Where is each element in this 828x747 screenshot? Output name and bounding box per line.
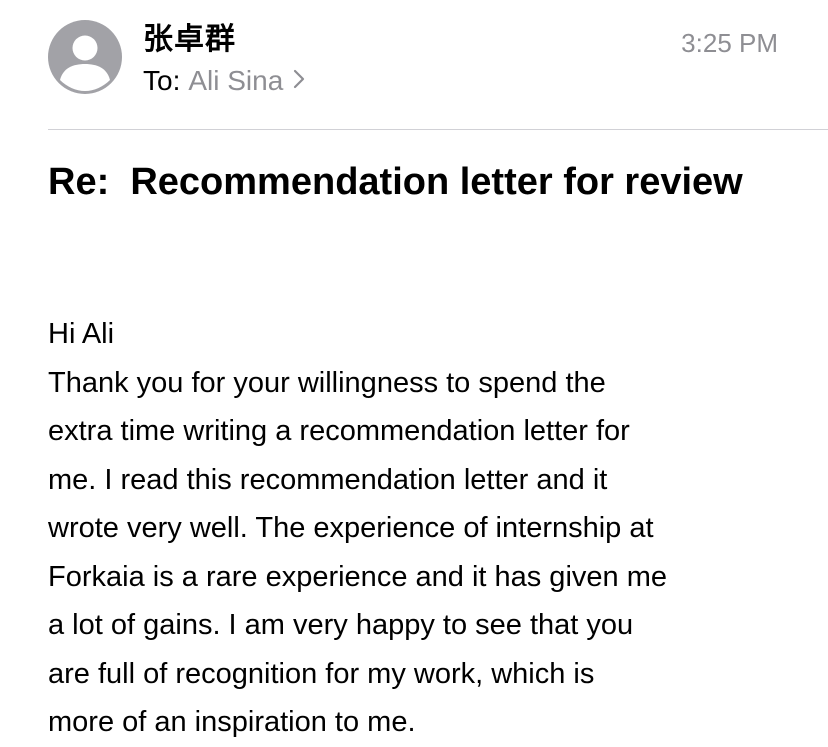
body-line: Forkaia is a rare experience and it has … (48, 560, 667, 593)
greeting: Hi Ali (48, 318, 115, 350)
sender-name[interactable]: 张卓群 (143, 22, 236, 58)
header-divider (48, 129, 828, 130)
message-body: Hi Ali Thank you for your willingness to… (48, 310, 808, 747)
recipient-name[interactable]: Ali Sina (188, 65, 283, 96)
body-line: me. I read this recommendation letter an… (48, 463, 608, 496)
timestamp: 3:25 PM (681, 28, 778, 58)
recipient-line[interactable]: To: Ali Sina (143, 64, 305, 100)
avatar[interactable] (48, 20, 122, 94)
message-header: 张卓群 To: Ali Sina 3:25 PM (0, 0, 828, 130)
to-label: To: (143, 65, 181, 96)
person-placeholder-icon (60, 35, 110, 91)
body-line: are full of recognition for my work, whi… (48, 657, 595, 690)
body-line: more of an inspiration to me. (48, 706, 416, 738)
subject-line: Re: Recommendation letter for review (48, 161, 743, 203)
body-line: a lot of gains. I am very happy to see t… (48, 609, 634, 641)
chevron-right-icon[interactable] (293, 63, 305, 97)
body-line: wrote very well. The experience of inter… (48, 512, 654, 544)
body-line: Thank you for your willingness to spend … (48, 366, 606, 399)
body-line: extra time writing a recommendation lett… (48, 415, 630, 447)
